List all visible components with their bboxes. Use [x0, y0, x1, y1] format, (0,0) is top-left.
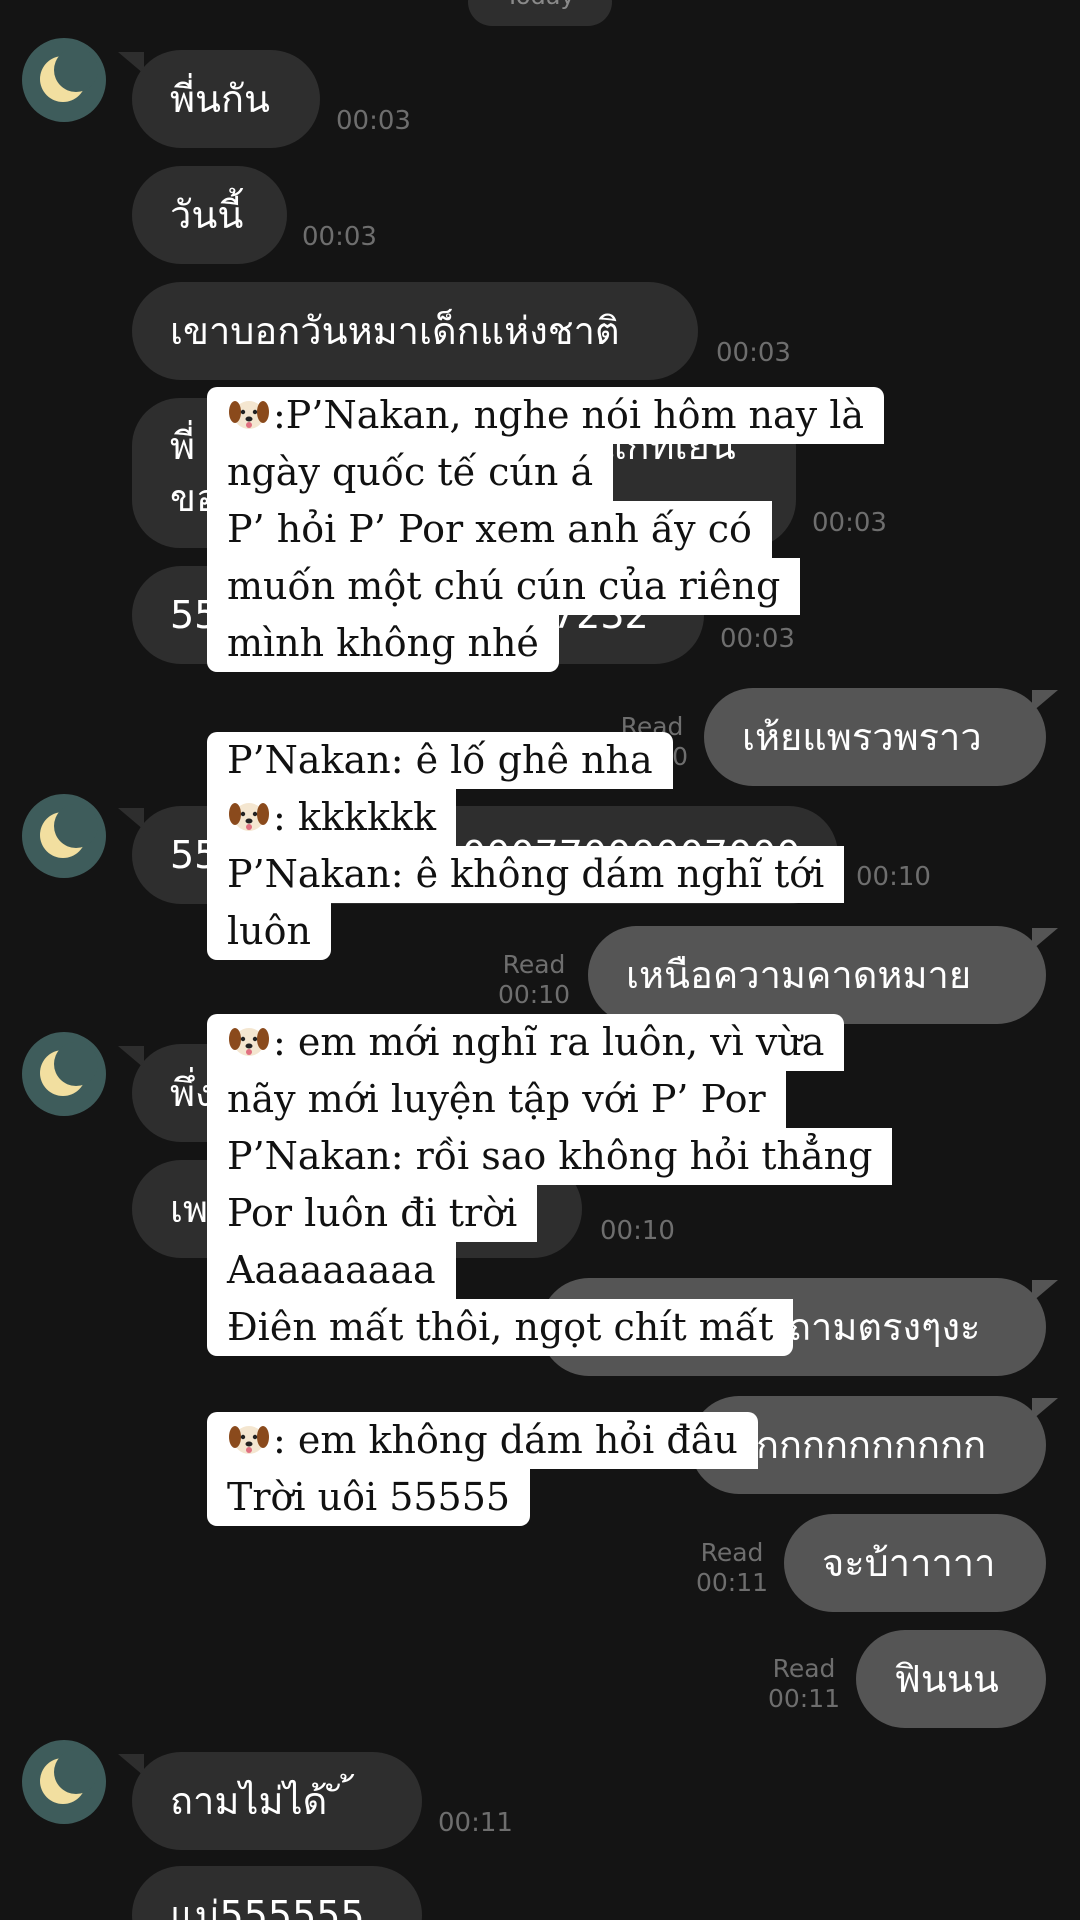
subtitle-line: : kkkkkk — [273, 795, 437, 839]
message-time: 00:11 — [767, 1684, 841, 1713]
subtitle-line: : em mới nghĩ ra luôn, vì vừa — [273, 1020, 825, 1064]
subtitle-line: P’Nakan: ê không dám nghĩ tới — [207, 846, 845, 903]
subtitle-block: P’Nakan: ê lố ghê nha : kkkkkk P’Nakan: … — [207, 732, 845, 960]
contact-avatar[interactable] — [22, 38, 106, 122]
subtitle-line: mình không nhé — [207, 615, 559, 672]
message-text: กกกกกกกกกก — [756, 1423, 987, 1467]
read-status: Read — [700, 1538, 764, 1567]
subtitle-line: P’ hỏi P’ Por xem anh ấy có — [207, 501, 772, 558]
subtitle-block: : em không dám hỏi đâu Trời uôi 55555 — [207, 1412, 758, 1526]
incoming-message[interactable]: เขาบอกวันหมาเด็กแห่งชาติ — [132, 282, 698, 380]
incoming-message[interactable]: แม่555555 — [132, 1866, 422, 1920]
dog-face-icon — [229, 803, 269, 831]
subtitle-line: :P’Nakan, nghe nói hôm nay là — [273, 393, 865, 437]
subtitle-line: ngày quốc tế cún á — [207, 444, 614, 501]
incoming-message[interactable]: พี่นกัน — [132, 50, 320, 148]
subtitle-line: nãy mới luyện tập với P’ Por — [207, 1071, 786, 1128]
dog-face-icon — [229, 1426, 269, 1454]
subtitle-line: luôn — [207, 903, 331, 960]
subtitle-block: :P’Nakan, nghe nói hôm nay là ngày quốc … — [207, 387, 885, 672]
message-time: 00:10 — [856, 862, 931, 892]
dog-face-icon — [229, 401, 269, 429]
subtitle-line: P’Nakan: rồi sao không hỏi thẳng — [207, 1128, 893, 1185]
contact-avatar[interactable] — [22, 794, 106, 878]
subtitle-line: : em không dám hỏi đâu — [273, 1418, 738, 1462]
subtitle-line: Điên mất thôi, ngọt chít mất — [207, 1299, 794, 1356]
dog-face-icon — [229, 1028, 269, 1056]
contact-avatar[interactable] — [22, 1740, 106, 1824]
message-time: 00:11 — [438, 1808, 513, 1838]
message-time: 00:11 — [695, 1568, 769, 1597]
subtitle-line: Trời uôi 55555 — [207, 1469, 531, 1526]
message-time: 00:03 — [716, 338, 791, 368]
message-time: 00:10 — [497, 980, 571, 1009]
subtitle-line: Aaaaaaaaa — [207, 1242, 456, 1299]
subtitle-line: Por luôn đi trời — [207, 1185, 538, 1242]
read-status: Read — [772, 1654, 836, 1683]
outgoing-message[interactable]: ฟินนน — [856, 1630, 1046, 1728]
incoming-message[interactable]: ถามไม่ได้ ั ้ — [132, 1752, 422, 1850]
chat-screen: Today พี่นกัน 00:03 วันนี้ 00:03 เขาบอกว… — [0, 0, 1080, 1920]
message-time: 00:03 — [336, 106, 411, 136]
message-time: 00:03 — [302, 222, 377, 252]
outgoing-message[interactable]: จะบ้าาาาา — [784, 1514, 1046, 1612]
message-line: พี่ — [170, 424, 196, 468]
subtitle-block: : em mới nghĩ ra luôn, vì vừa nãy mới lu… — [207, 1014, 893, 1356]
contact-avatar[interactable] — [22, 1032, 106, 1116]
subtitle-line: muốn một chú cún của riêng — [207, 558, 801, 615]
date-separator: Today — [468, 0, 612, 26]
incoming-message[interactable]: วันนี้ — [132, 166, 287, 264]
subtitle-line: P’Nakan: ê lố ghê nha — [207, 732, 673, 789]
